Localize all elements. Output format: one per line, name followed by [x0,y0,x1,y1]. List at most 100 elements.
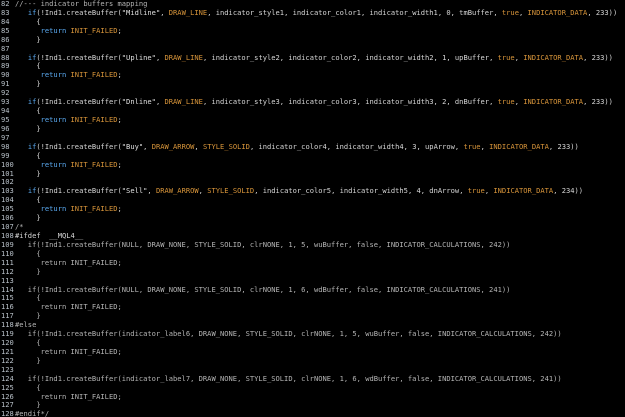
line-number: 105 [1,205,14,214]
code-line[interactable]: 96 } [0,125,625,134]
code-line[interactable]: 123 [0,366,625,375]
code-line[interactable]: 85 return INIT_FAILED; [0,27,625,36]
code-line[interactable]: 117 } [0,312,625,321]
code-token: { [15,62,41,71]
code-token: , indicator_style2, indicator_color2, in… [202,53,498,62]
code-line[interactable]: 113 [0,277,625,286]
code-line[interactable]: 94 { [0,107,625,116]
code-text: return INIT_FAILED; [15,205,625,214]
code-text: if(!Ind1.createBuffer("Upline", DRAW_LIN… [15,54,625,63]
code-token: true [463,142,481,151]
code-text: return INIT_FAILED; [15,71,625,80]
code-text: if(!Ind1.createBuffer(indicator_label7, … [15,375,625,384]
code-line[interactable]: 109 if(!Ind1.createBuffer(NULL, DRAW_NON… [0,241,625,250]
code-text: } [15,312,625,321]
code-line[interactable]: 90 return INIT_FAILED; [0,71,625,80]
code-token: return INIT_FAILED; [15,347,122,356]
line-number: 97 [1,133,10,142]
code-editor[interactable]: 82//--- indicator buffers mapping 83 if(!… [0,0,625,417]
code-line[interactable]: 103 if(!Ind1.createBuffer("Sell", DRAW_A… [0,187,625,196]
code-line[interactable]: 102 [0,178,625,187]
code-line[interactable]: 83 if(!Ind1.createBuffer("Midline", DRAW… [0,9,625,18]
code-token: ; [117,115,122,124]
code-text: } [15,357,625,366]
code-line[interactable]: 99 { [0,152,625,161]
code-line[interactable]: 108 #ifdef __MQL4__ [0,232,625,241]
code-line[interactable]: 127 } [0,401,625,410]
code-line[interactable]: 91 } [0,80,625,89]
line-number: 109 [1,240,14,249]
code-line[interactable]: 97 [0,134,625,143]
code-token: true [497,53,515,62]
code-token: (!Ind1.createBuffer( [36,53,122,62]
code-text: { [15,107,625,116]
code-line[interactable]: 105 return INIT_FAILED; [0,205,625,214]
code-line[interactable]: 87 [0,45,625,54]
code-line[interactable]: 88 if(!Ind1.createBuffer("Upline", DRAW_… [0,54,625,63]
code-token: , indicator_color5, indicator_width5, 4,… [254,187,468,196]
line-number: 86 [1,35,10,44]
code-token: (!Ind1.createBuffer( [36,8,122,17]
code-line[interactable]: 89 { [0,62,625,71]
code-line[interactable]: 114 if(!Ind1.createBuffer(NULL, DRAW_NON… [0,286,625,295]
code-line[interactable]: 126 return INIT_FAILED; [0,393,625,402]
code-line[interactable]: 100 return INIT_FAILED; [0,161,625,170]
code-token: { [15,339,41,348]
code-line[interactable]: 124 if(!Ind1.createBuffer(indicator_labe… [0,375,625,384]
code-line[interactable]: 95 return INIT_FAILED; [0,116,625,125]
code-token: return INIT_FAILED; [15,258,122,267]
code-line[interactable]: 92 [0,89,625,98]
code-line[interactable]: 116 return INIT_FAILED; [0,303,625,312]
line-number: 90 [1,71,10,80]
code-line[interactable]: 118 #else [0,321,625,330]
code-token: INIT_FAILED [70,115,118,124]
code-text: } [15,125,625,134]
code-token: { [15,151,41,160]
code-line[interactable]: 119 if(!Ind1.createBuffer(indicator_labe… [0,330,625,339]
code-line[interactable]: 110 { [0,250,625,259]
code-line[interactable]: 122 } [0,357,625,366]
code-token: if(!Ind1.createBuffer(NULL, DRAW_NONE, S… [15,240,511,249]
code-line[interactable]: 120 { [0,339,625,348]
code-token: } [15,214,41,223]
code-text: if(!Ind1.createBuffer("Dnline", DRAW_LIN… [15,98,625,107]
code-token: (!Ind1.createBuffer( [36,187,122,196]
code-text: return INIT_FAILED; [15,161,625,170]
code-line[interactable]: 128 #endif*/ [0,410,625,417]
code-line[interactable]: 98 if(!Ind1.createBuffer("Buy", DRAW_ARR… [0,143,625,152]
code-line[interactable]: 101 } [0,170,625,179]
line-number: 85 [1,26,10,35]
code-token: } [15,169,41,178]
code-token: return INIT_FAILED; [15,303,122,312]
code-line[interactable]: 86 } [0,36,625,45]
code-text: return INIT_FAILED; [15,348,625,357]
line-number: 89 [1,62,10,71]
code-line[interactable]: 107/* [0,223,625,232]
code-text: if(!Ind1.createBuffer("Buy", DRAW_ARROW,… [15,143,625,152]
code-token: INIT_FAILED [70,26,118,35]
line-number: 103 [1,187,14,196]
code-token: return [40,26,67,35]
code-line[interactable]: 121 return INIT_FAILED; [0,348,625,357]
code-line[interactable]: 82 //--- indicator buffers mapping [0,0,625,9]
code-token: { [15,294,41,303]
line-number: 96 [1,124,10,133]
code-token: DRAW_LINE [164,98,203,107]
code-token: , [160,8,169,17]
code-token: "Dnline" [121,98,156,107]
line-number: 106 [1,214,14,223]
code-line[interactable]: 104 { [0,196,625,205]
code-line[interactable]: 115 { [0,294,625,303]
code-line[interactable]: 93 if(!Ind1.createBuffer("Dnline", DRAW_… [0,98,625,107]
code-line[interactable]: 111 return INIT_FAILED; [0,259,625,268]
code-line[interactable]: 112 } [0,268,625,277]
code-line[interactable]: 125 { [0,384,625,393]
code-line[interactable]: 84 { [0,18,625,27]
code-token: , indicator_style3, indicator_color3, in… [202,98,498,107]
code-token: } [15,80,41,89]
code-line[interactable]: 106 } [0,214,625,223]
code-token: , 234)) [553,187,584,196]
